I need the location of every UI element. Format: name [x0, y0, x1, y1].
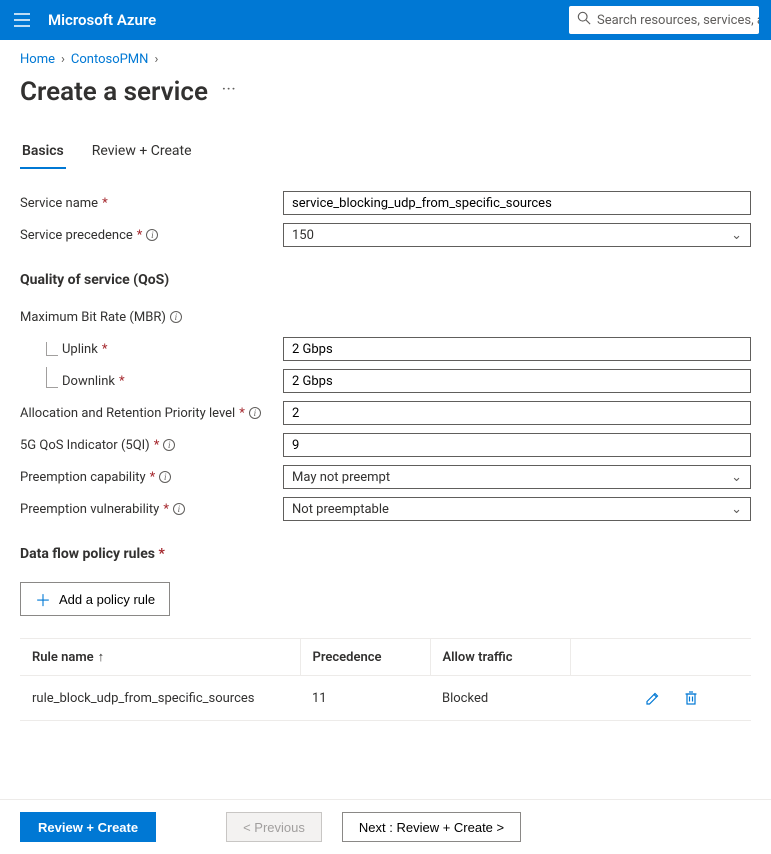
- tab-basics[interactable]: Basics: [20, 137, 66, 169]
- chevron-down-icon: ⌄: [731, 228, 742, 243]
- cell-precedence: 11: [300, 676, 430, 721]
- label-mbr: Maximum Bit Rate (MBR) i: [20, 310, 283, 325]
- label-uplink: Uplink *: [20, 342, 283, 357]
- info-icon[interactable]: i: [146, 229, 158, 241]
- chevron-right-icon: ›: [154, 52, 158, 67]
- delete-icon[interactable]: [683, 690, 699, 706]
- label-preempt-cap: Preemption capability * i: [20, 470, 283, 485]
- cell-allow: Blocked: [430, 676, 570, 721]
- cell-rule-name: rule_block_udp_from_specific_sources: [20, 676, 300, 721]
- info-icon[interactable]: i: [170, 311, 182, 323]
- qos-title: Quality of service (QoS): [20, 272, 751, 288]
- table-row: rule_block_udp_from_specific_sources 11 …: [20, 676, 751, 721]
- chevron-down-icon: ⌄: [731, 502, 742, 517]
- arp-input[interactable]: [283, 401, 751, 425]
- label-arp: Allocation and Retention Priority level …: [20, 406, 283, 421]
- menu-icon[interactable]: [12, 10, 32, 30]
- label-5qi: 5G QoS Indicator (5QI) * i: [20, 438, 283, 453]
- chevron-down-icon: ⌄: [731, 470, 742, 485]
- info-icon[interactable]: i: [173, 503, 185, 515]
- add-policy-rule-button[interactable]: ＋ Add a policy rule: [20, 582, 170, 616]
- brand: Microsoft Azure: [48, 11, 156, 29]
- breadcrumb-home[interactable]: Home: [20, 52, 55, 67]
- label-service-name: Service name *: [20, 196, 283, 211]
- review-create-button[interactable]: Review + Create: [20, 812, 156, 842]
- rules-title: Data flow policy rules *: [20, 546, 751, 562]
- chevron-right-icon: ›: [61, 52, 65, 67]
- downlink-input[interactable]: [283, 369, 751, 393]
- preempt-vulnerability-select[interactable]: Not preemptable ⌄: [283, 497, 751, 521]
- service-name-input[interactable]: [283, 191, 751, 215]
- page-title: Create a service: [20, 77, 208, 107]
- label-downlink: Downlink *: [20, 374, 283, 389]
- label-preempt-vuln: Preemption vulnerability * i: [20, 502, 283, 517]
- tab-review[interactable]: Review + Create: [90, 137, 194, 169]
- col-allow-traffic[interactable]: Allow traffic: [430, 639, 570, 676]
- more-actions-icon[interactable]: ···: [222, 82, 236, 103]
- 5qi-input[interactable]: [283, 433, 751, 457]
- uplink-input[interactable]: [283, 337, 751, 361]
- info-icon[interactable]: i: [249, 407, 261, 419]
- col-precedence[interactable]: Precedence: [300, 639, 430, 676]
- breadcrumb-item[interactable]: ContosoPMN: [71, 52, 149, 67]
- sort-asc-icon: ↑: [98, 650, 105, 665]
- service-precedence-select[interactable]: 150 ⌄: [283, 223, 751, 247]
- col-actions: [570, 639, 751, 676]
- col-rule-name[interactable]: Rule name↑: [20, 639, 300, 676]
- preempt-capability-select[interactable]: May not preempt ⌄: [283, 465, 751, 489]
- label-service-precedence: Service precedence * i: [20, 228, 283, 243]
- breadcrumb: Home › ContosoPMN ›: [20, 52, 751, 67]
- info-icon[interactable]: i: [163, 439, 175, 451]
- global-search[interactable]: Search resources, services, and: [569, 6, 759, 34]
- plus-icon: ＋: [35, 587, 51, 611]
- rules-table: Rule name↑ Precedence Allow traffic rule…: [20, 638, 751, 721]
- info-icon[interactable]: i: [159, 471, 171, 483]
- next-button[interactable]: Next : Review + Create >: [342, 812, 521, 842]
- previous-button: < Previous: [226, 812, 322, 842]
- search-placeholder: Search resources, services, and: [597, 13, 759, 28]
- edit-icon[interactable]: [645, 690, 661, 706]
- search-icon: [577, 11, 591, 29]
